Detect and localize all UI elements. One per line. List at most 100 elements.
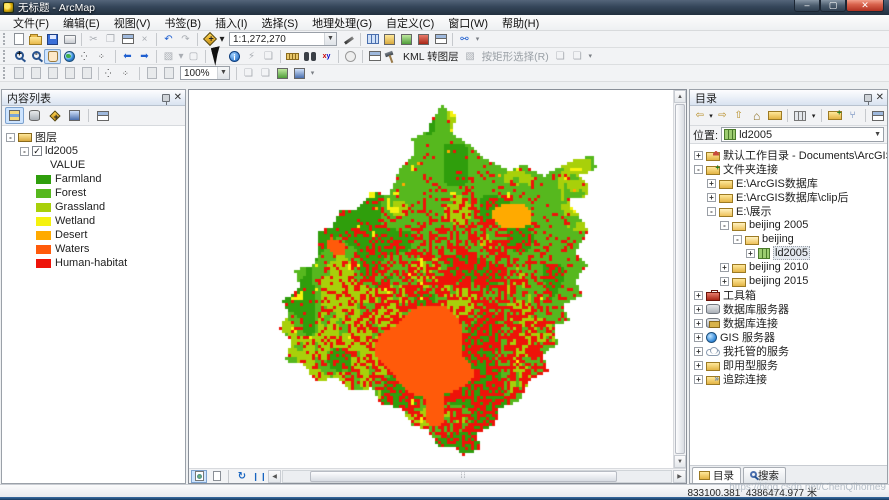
time-slider-button[interactable] (342, 49, 359, 64)
legend-swatch[interactable] (36, 245, 51, 254)
expander-icon[interactable]: - (720, 221, 729, 230)
toggle-draft-mode-button[interactable]: ❏ (240, 66, 257, 81)
toolbar-grip[interactable] (3, 50, 7, 62)
up-one-level-button[interactable]: ⇧ (730, 107, 747, 124)
modelbuilder-button[interactable]: ⚯ (456, 32, 473, 47)
open-button[interactable] (27, 32, 44, 47)
expander-icon[interactable]: + (694, 347, 703, 356)
beijing-landcover-raster[interactable] (189, 90, 671, 468)
layer-row-ld2005[interactable]: - ✓ ld2005 (6, 144, 185, 158)
tab-search[interactable]: 搜索 (743, 467, 786, 483)
layout-view-button[interactable] (209, 470, 225, 483)
expander-icon[interactable]: - (694, 165, 703, 174)
expander-icon[interactable]: + (694, 333, 703, 342)
chevron-down-icon[interactable]: ▼ (217, 67, 229, 79)
close-icon[interactable]: ✕ (174, 93, 182, 103)
scroll-down-icon[interactable]: ▼ (674, 455, 686, 468)
kml-to-layer-button[interactable] (383, 49, 400, 64)
delete-button[interactable]: × (136, 32, 153, 47)
scroll-right-icon[interactable]: ▶ (673, 470, 686, 483)
layout-back-extent-button[interactable] (143, 66, 160, 81)
catalog-window-button[interactable] (381, 32, 398, 47)
disabled-tool-2[interactable]: ❏ (569, 49, 586, 64)
menu-windows[interactable]: 窗口(W) (441, 14, 495, 32)
identify-tool[interactable]: i (226, 49, 243, 64)
legend-swatch[interactable] (36, 231, 51, 240)
contents-view-dropdown[interactable]: ▾ (810, 107, 817, 124)
menu-help[interactable]: 帮助(H) (495, 14, 546, 32)
tree-item[interactable]: +E:\ArcGIS数据库 (694, 176, 887, 190)
layer-name[interactable]: ld2005 (45, 145, 78, 157)
tree-item-label[interactable]: E:\展示 (736, 203, 771, 219)
layout-forward-extent-button[interactable] (160, 66, 177, 81)
go-to-xy-tool[interactable]: xy (318, 49, 335, 64)
close-button[interactable]: ✕ (846, 0, 884, 12)
tree-item[interactable]: +数据库服务器 (694, 302, 887, 316)
map-view[interactable] (189, 90, 673, 468)
expander-icon[interactable]: + (694, 151, 703, 160)
undo-button[interactable]: ↶ (160, 32, 177, 47)
python-window-button[interactable] (432, 32, 449, 47)
copy-button[interactable]: ❐ (102, 32, 119, 47)
menu-view[interactable]: 视图(V) (107, 14, 158, 32)
connect-to-folder-button[interactable] (826, 107, 843, 124)
tree-item[interactable]: +工具箱 (694, 288, 887, 302)
expander-icon[interactable]: + (694, 361, 703, 370)
expander-icon[interactable]: + (694, 375, 703, 384)
expander-icon[interactable]: - (20, 147, 29, 156)
maximize-button[interactable]: ▢ (820, 0, 846, 12)
select-elements-tool[interactable] (209, 49, 226, 64)
layer-checkbox[interactable]: ✓ (32, 146, 42, 156)
menu-selection[interactable]: 选择(S) (254, 14, 305, 32)
tree-item[interactable]: +即用型服务 (694, 358, 887, 372)
tree-item[interactable]: +数据库连接 (694, 316, 887, 330)
vertical-scroll-thumb[interactable] (675, 104, 685, 454)
add-data-button[interactable] (201, 32, 218, 47)
tree-item[interactable]: +追踪连接 (694, 372, 887, 386)
tree-item-label[interactable]: beijing 2010 (749, 261, 808, 273)
paste-button[interactable] (119, 32, 136, 47)
toolbar-grip[interactable] (3, 67, 7, 79)
tree-item[interactable]: - E:\展示 (694, 204, 887, 218)
expander-icon[interactable]: - (707, 207, 716, 216)
select-features-dropdown[interactable]: ▾ (177, 49, 185, 64)
scroll-left-icon[interactable]: ◀ (268, 470, 281, 483)
expander-icon[interactable]: + (694, 291, 703, 300)
expander-icon[interactable]: + (720, 277, 729, 286)
tree-item[interactable]: +我托管的服务 (694, 344, 887, 358)
refresh-view-button[interactable]: ↻ (234, 470, 250, 483)
disabled-tool-1[interactable]: ❏ (552, 49, 569, 64)
layers-label[interactable]: 图层 (35, 129, 57, 145)
menu-customize[interactable]: 自定义(C) (379, 14, 441, 32)
kml-to-layer-label[interactable]: KML 转图层 (403, 49, 459, 64)
measure-tool[interactable] (284, 49, 301, 64)
layout-fixed-zoom-in-button[interactable]: ⁛ (102, 66, 119, 81)
tree-item-selected[interactable]: +ld2005 (694, 246, 887, 260)
catalog-forward-button[interactable]: ⇨ (716, 107, 729, 124)
save-button[interactable] (44, 32, 61, 47)
menu-insert[interactable]: 插入(I) (208, 14, 254, 32)
scroll-up-icon[interactable]: ▲ (674, 90, 686, 103)
full-extent-button[interactable] (61, 49, 78, 64)
pan-tool[interactable] (44, 49, 61, 64)
pin-icon[interactable] (162, 94, 170, 102)
chevron-down-icon[interactable]: ▼ (324, 33, 336, 45)
focus-data-frame-button[interactable]: ❏ (257, 66, 274, 81)
catalog-options-button[interactable] (870, 107, 887, 124)
list-by-selection-button[interactable] (65, 107, 84, 124)
menu-geoprocessing[interactable]: 地理处理(G) (305, 14, 379, 32)
expander-icon[interactable]: + (694, 305, 703, 314)
expander-icon[interactable]: + (694, 319, 703, 328)
layers-row[interactable]: - 图层 (6, 130, 185, 144)
go-forward-extent-button[interactable]: ➡ (136, 49, 153, 64)
toolbar-overflow[interactable]: ▾ (308, 66, 317, 81)
legend-swatch[interactable] (36, 203, 51, 212)
tree-item[interactable]: +E:\ArcGIS数据库\clip后 (694, 190, 887, 204)
data-driven-pages-button[interactable] (291, 66, 308, 81)
legend-swatch[interactable] (36, 175, 51, 184)
menu-file[interactable]: 文件(F) (6, 14, 56, 32)
location-combo[interactable]: ld2005 ▼ (721, 127, 884, 142)
tree-item[interactable]: +beijing 2010 (694, 260, 887, 274)
layout-whole-page-button[interactable] (61, 66, 78, 81)
expander-icon[interactable]: + (707, 193, 716, 202)
